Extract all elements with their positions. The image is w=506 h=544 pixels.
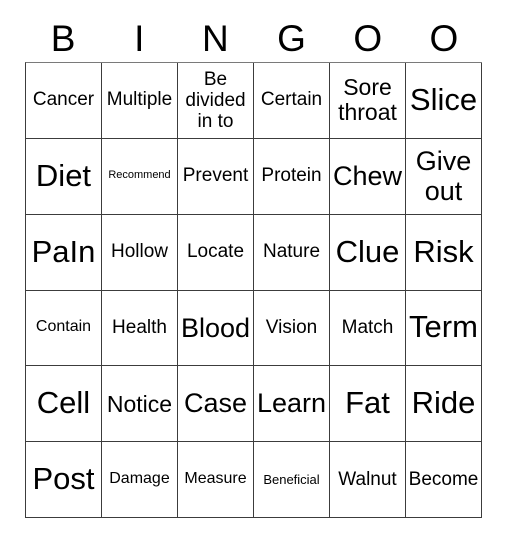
bingo-cell-r2c3[interactable]: Prevent — [178, 138, 254, 215]
bingo-cell-r6c1[interactable]: Post — [26, 442, 102, 518]
bingo-cell-r4c4[interactable]: Vision — [254, 290, 330, 367]
bingo-cell-label: Cancer — [32, 89, 95, 111]
bingo-cell-label: Clue — [335, 233, 400, 269]
bingo-cell-r4c1[interactable]: Contain — [26, 290, 102, 367]
bingo-cell-label: Cell — [36, 385, 91, 421]
bingo-cell-r2c6[interactable]: Give out — [406, 138, 482, 215]
bingo-cell-r2c2[interactable]: Recommend — [102, 138, 178, 215]
bingo-cell-label: Beneficial — [263, 471, 320, 487]
bingo-cell-label: Notice — [106, 390, 173, 417]
bingo-cell-label: Diet — [35, 157, 92, 193]
bingo-header-letter-4: G — [277, 17, 306, 59]
bingo-cell-r5c1[interactable]: Cell — [26, 366, 102, 443]
bingo-cell-label: Nature — [262, 241, 321, 263]
bingo-cell-r3c3[interactable]: Locate — [178, 214, 254, 291]
bingo-cell-label: Give out — [415, 146, 472, 207]
bingo-cell-r5c4[interactable]: Learn — [254, 366, 330, 443]
bingo-cell-r2c5[interactable]: Chew — [330, 138, 406, 215]
bingo-cell-label: PaIn — [31, 233, 96, 269]
bingo-cell-label: Term — [409, 309, 478, 345]
bingo-cell-label: Risk — [413, 233, 474, 269]
bingo-cell-label: Damage — [109, 470, 170, 488]
bingo-cell-label: Chew — [332, 160, 403, 191]
bingo-cell-label: Hollow — [110, 241, 169, 263]
bingo-cell-label: Learn — [256, 388, 327, 419]
bingo-cell-r6c3[interactable]: Measure — [178, 442, 254, 518]
bingo-cell-r4c5[interactable]: Match — [330, 290, 406, 367]
bingo-cell-r1c5[interactable]: Sore throat — [330, 63, 406, 139]
bingo-cell-label: Ride — [411, 385, 476, 421]
bingo-cell-r1c3[interactable]: Be divided in to — [178, 63, 254, 139]
bingo-cell-label: Measure — [184, 470, 247, 488]
bingo-cell-label: Multiple — [106, 89, 173, 111]
bingo-cell-r4c3[interactable]: Blood — [178, 290, 254, 367]
bingo-cell-r6c2[interactable]: Damage — [102, 442, 178, 518]
bingo-cell-label: Prevent — [182, 165, 249, 187]
bingo-cell-label: Case — [183, 388, 248, 419]
bingo-card: B I N G O O Cancer Multiple Be divided in to Cer… — [0, 0, 506, 544]
bingo-cell-label: Contain — [35, 318, 92, 336]
bingo-cell-r2c1[interactable]: Diet — [26, 138, 102, 215]
bingo-cell-label: Slice — [409, 81, 478, 117]
bingo-cell-r1c1[interactable]: Cancer — [26, 63, 102, 139]
bingo-cell-r5c3[interactable]: Case — [178, 366, 254, 443]
bingo-cell-r5c5[interactable]: Fat — [330, 366, 406, 443]
bingo-cell-r6c6[interactable]: Become — [406, 442, 482, 518]
bingo-cell-r4c2[interactable]: Health — [102, 290, 178, 367]
bingo-cell-label: Fat — [345, 385, 390, 421]
bingo-header-letter-6: O — [429, 17, 459, 59]
bingo-cell-label: Locate — [186, 241, 245, 263]
bingo-cell-label: Blood — [180, 312, 251, 343]
bingo-cell-r3c2[interactable]: Hollow — [102, 214, 178, 291]
bingo-cell-r1c4[interactable]: Certain — [254, 63, 330, 139]
bingo-cell-label: Be divided in to — [185, 68, 246, 133]
bingo-header-letter-5: O — [353, 17, 383, 59]
bingo-cell-r3c4[interactable]: Nature — [254, 214, 330, 291]
bingo-header-letter-3: N — [202, 17, 229, 59]
bingo-cell-label: Health — [112, 316, 167, 338]
bingo-cell-label: Post — [32, 461, 95, 497]
bingo-grid: Cancer Multiple Be divided in to Certain Sor… — [25, 62, 482, 518]
bingo-cell-label: Walnut — [338, 468, 397, 490]
bingo-cell-r1c6[interactable]: Slice — [406, 63, 482, 139]
bingo-cell-r5c6[interactable]: Ride — [406, 366, 482, 443]
bingo-header-letter-1: B — [50, 17, 76, 59]
bingo-cell-r3c6[interactable]: Risk — [406, 214, 482, 291]
bingo-cell-r2c4[interactable]: Protein — [254, 138, 330, 215]
bingo-cell-label: Certain — [260, 89, 323, 111]
bingo-cell-label: Match — [341, 316, 394, 338]
bingo-cell-r6c4[interactable]: Beneficial — [254, 442, 330, 518]
bingo-header-letter-2: I — [134, 17, 145, 59]
bingo-cell-label: Recommend — [108, 169, 171, 182]
bingo-cell-label: Vision — [265, 316, 318, 338]
bingo-cell-label: Sore throat — [338, 73, 397, 126]
bingo-header-row: BINGOO — [25, 14, 482, 62]
bingo-cell-label: Become — [408, 468, 479, 490]
bingo-cell-r5c2[interactable]: Notice — [102, 366, 178, 443]
bingo-cell-r3c1[interactable]: PaIn — [26, 214, 102, 291]
bingo-cell-r1c2[interactable]: Multiple — [102, 63, 178, 139]
bingo-cell-label: Protein — [261, 165, 322, 187]
bingo-cell-r4c6[interactable]: Term — [406, 290, 482, 367]
bingo-cell-r6c5[interactable]: Walnut — [330, 442, 406, 518]
bingo-cell-r3c5[interactable]: Clue — [330, 214, 406, 291]
